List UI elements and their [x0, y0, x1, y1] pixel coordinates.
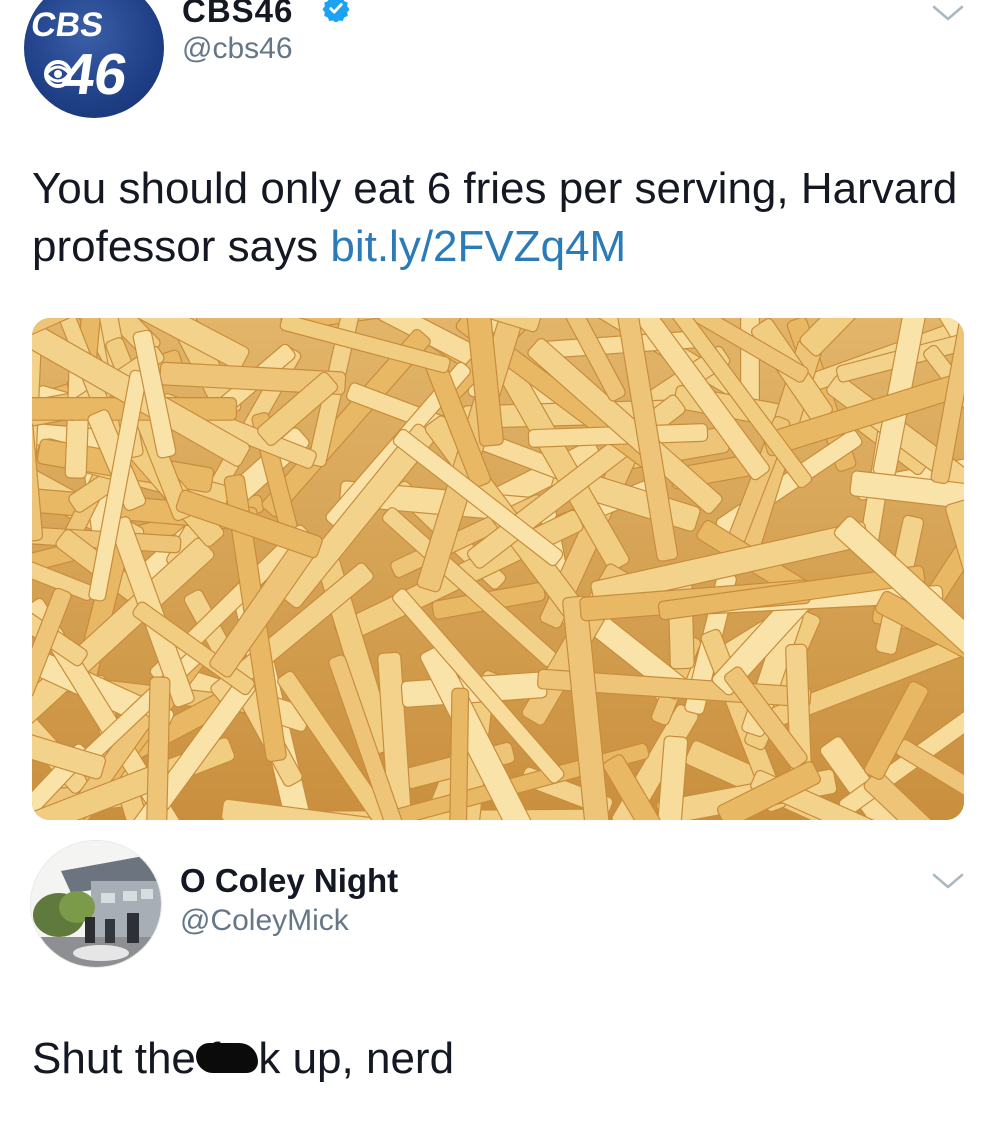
tweet-text: You should only eat 6 fries per serving,…	[32, 160, 972, 276]
handle[interactable]: @ColeyMick	[180, 904, 349, 938]
chevron-down-icon[interactable]	[930, 2, 966, 24]
display-name[interactable]: O Coley Night	[180, 862, 398, 900]
profile-photo-icon	[31, 841, 161, 967]
tweet-reply: O Coley Night @ColeyMick Shut the f k up,…	[0, 840, 1004, 1121]
svg-text:46: 46	[58, 42, 132, 107]
reply-text-end: k up, nerd	[258, 1034, 455, 1083]
verified-badge-icon	[322, 0, 350, 22]
censor-scribble	[196, 1043, 259, 1074]
svg-text:CBS: CBS	[29, 6, 106, 44]
display-name[interactable]: CBS46	[182, 0, 293, 30]
tweet-cbs46: CBS 46 CBS46 @cbs46 You should only eat …	[0, 0, 1004, 840]
cbs46-logo-icon: CBS 46	[29, 6, 132, 107]
fries-photo[interactable]	[32, 318, 964, 820]
avatar[interactable]: CBS 46	[24, 0, 164, 118]
reply-text: Shut the f k up, nerd	[32, 1030, 972, 1088]
avatar[interactable]	[30, 840, 162, 968]
reply-text-start: Shut the f	[32, 1034, 221, 1083]
fries-image	[32, 318, 964, 820]
chevron-down-icon[interactable]	[930, 870, 966, 892]
tweet-link[interactable]: bit.ly/2FVZq4M	[330, 222, 626, 271]
handle[interactable]: @cbs46	[182, 32, 293, 66]
